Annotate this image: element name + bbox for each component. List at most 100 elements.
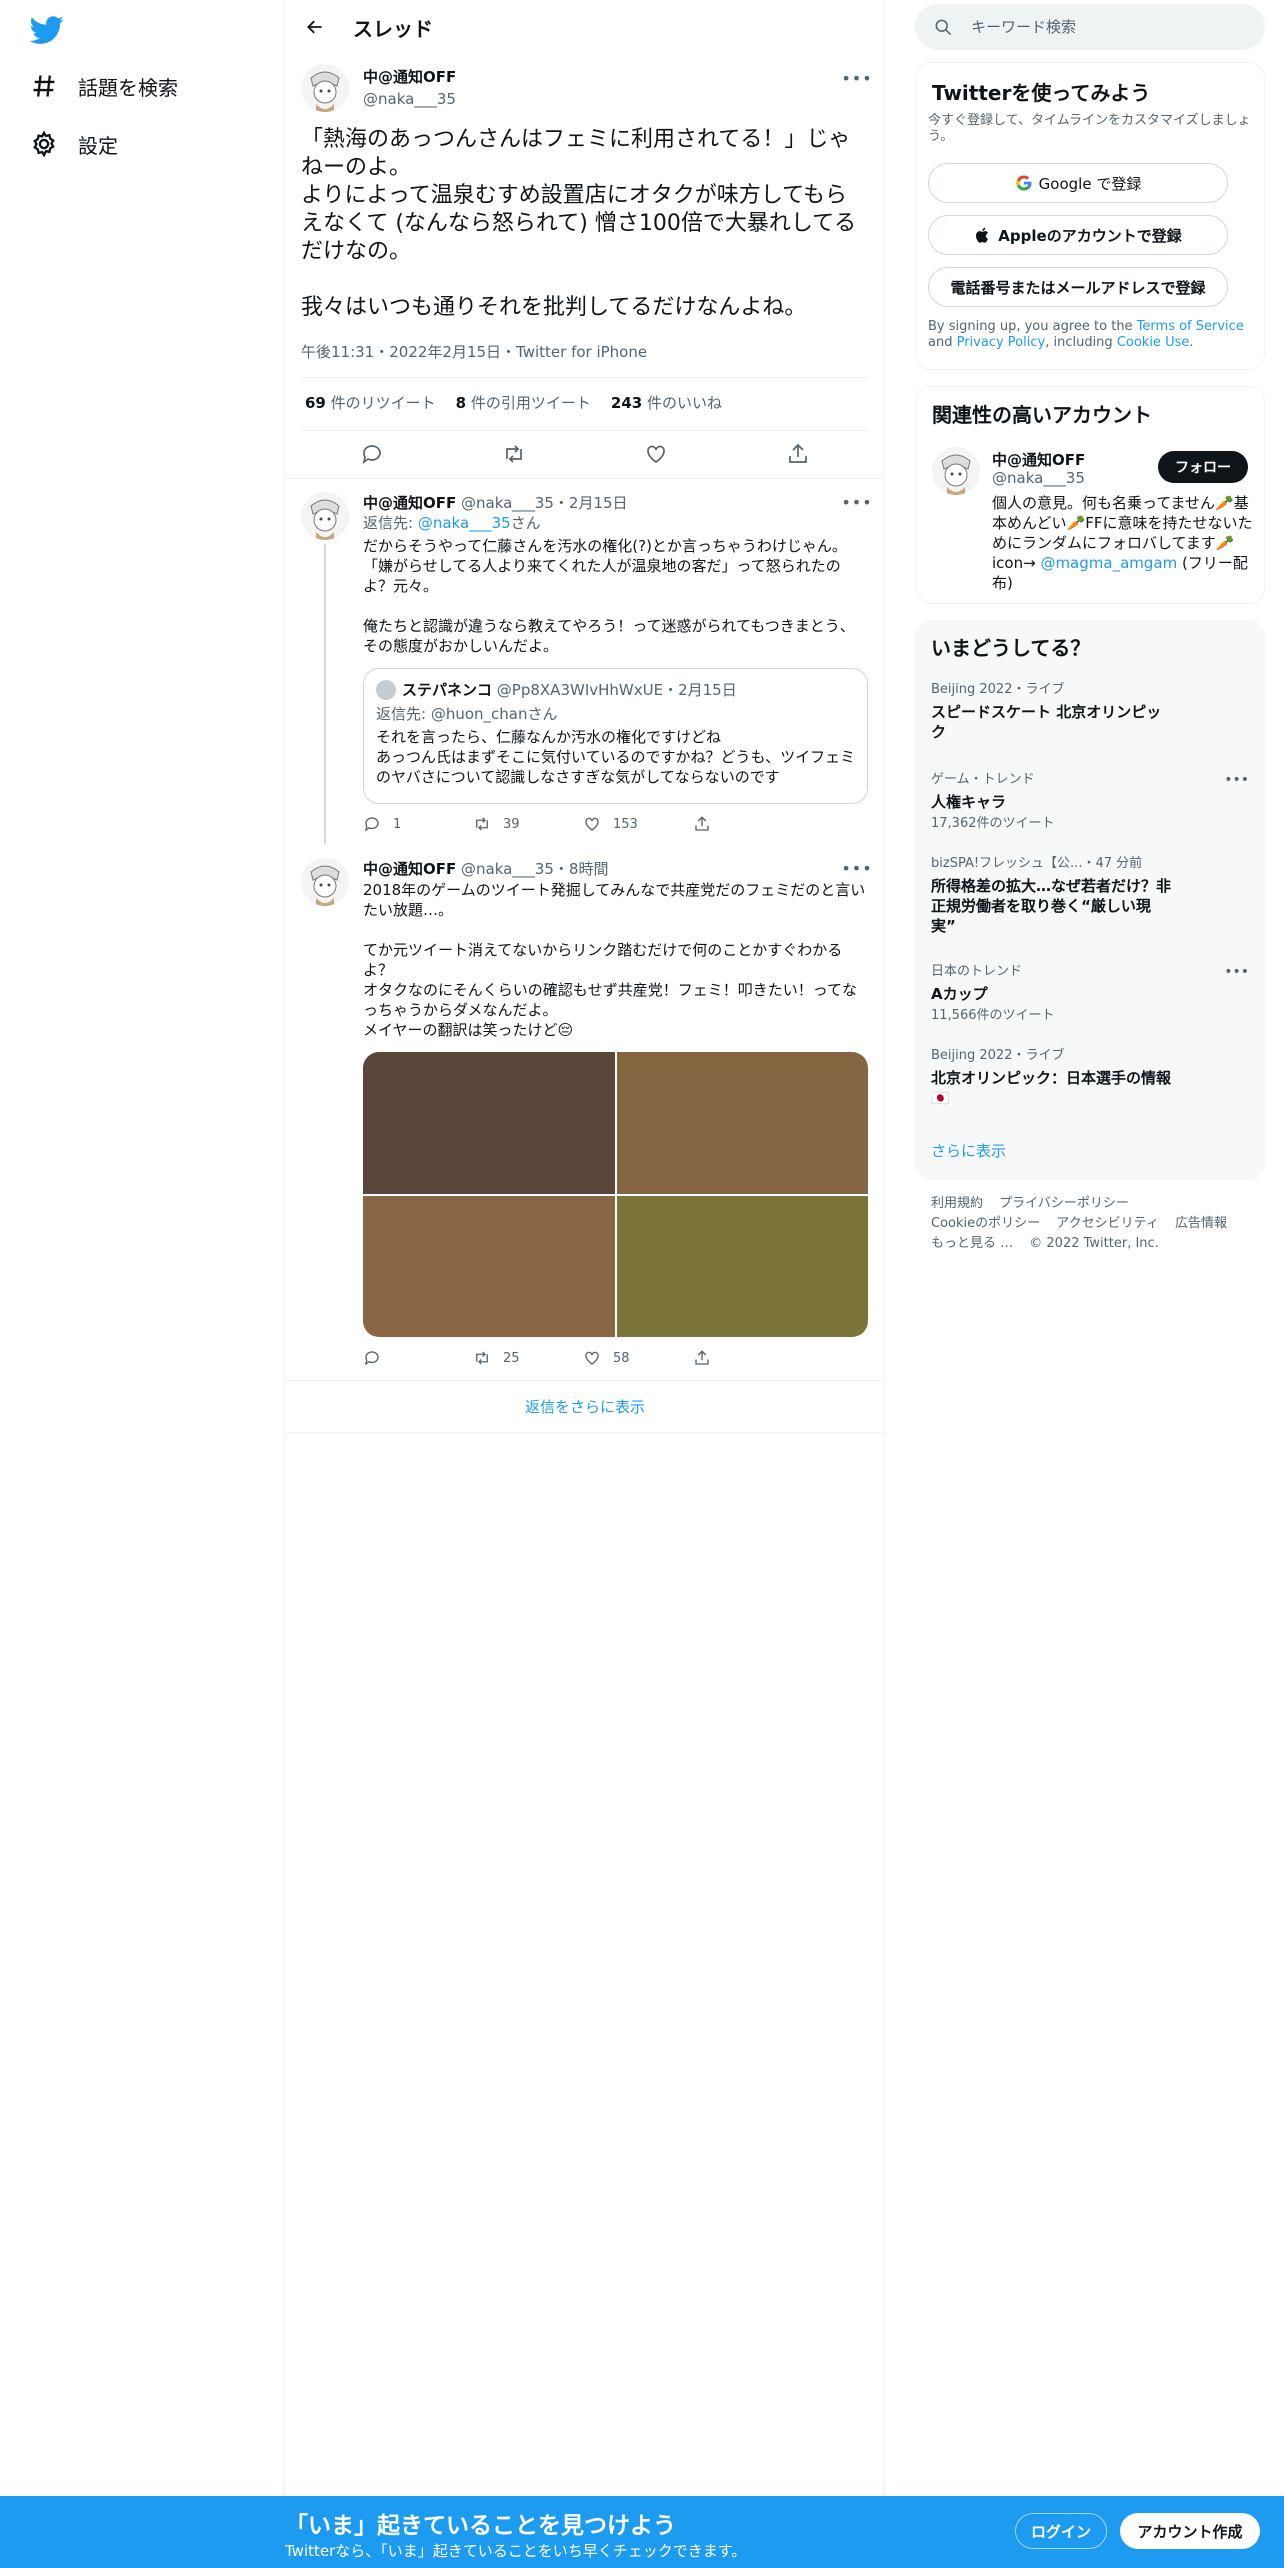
- trend-item[interactable]: Beijing 2022・ライブ スピードスケート 北京オリンピック: [931, 682, 1249, 742]
- quote-tweet[interactable]: ステパネンコ @Pp8XA3WIvHhWxUE・2月15日 返信先: @huon…: [363, 668, 868, 804]
- search-input[interactable]: [971, 18, 1251, 36]
- show-more-trends-link[interactable]: さらに表示: [931, 1140, 1006, 1161]
- media-image-4[interactable]: [616, 1195, 868, 1337]
- show-more-replies-link[interactable]: 返信をさらに表示: [285, 1380, 885, 1432]
- media-image-1[interactable]: [363, 1052, 615, 1194]
- phone-email-signup-button[interactable]: 電話番号またはメールアドレスで登録: [928, 267, 1228, 307]
- google-icon: [1015, 175, 1032, 191]
- twitter-bird-icon[interactable]: [29, 13, 70, 47]
- reply-button[interactable]: [363, 1349, 473, 1367]
- like-button[interactable]: 58: [583, 1349, 693, 1367]
- signup-legal: By signing up, you agree to the Terms of…: [928, 319, 1244, 350]
- footer-link[interactable]: 広告情報: [1175, 1216, 1227, 1231]
- quote-meta: @Pp8XA3WIvHhWxUE・2月15日: [496, 681, 737, 699]
- share-icon[interactable]: [786, 442, 810, 466]
- avatar[interactable]: [301, 492, 349, 540]
- back-button[interactable]: [297, 9, 333, 45]
- reply-icon: [364, 1351, 379, 1366]
- hashtag-icon: [33, 75, 55, 97]
- tweet-timestamp[interactable]: 午後11:31・2022年2月15日・Twitter for iPhone: [301, 341, 647, 362]
- like-count[interactable]: 243 件のいいね: [611, 392, 722, 413]
- divider: [285, 1432, 885, 1433]
- reply-text: 2018年のゲームのツイート発掘してみんなで共産党だのフェミだのと言いたい放題……: [363, 881, 866, 1039]
- signup-description: 今すぐ登録して、タイムラインをカスタマイズしましょう。: [928, 113, 1251, 144]
- avatar[interactable]: [301, 858, 349, 906]
- quote-reply-to: 返信先: @huon_chanさん: [376, 705, 558, 723]
- nav-settings-label: 設定: [78, 133, 118, 158]
- reply-tweet[interactable]: 中@通知OFF @naka___35・2月15日 ••• 返信先: @naka_…: [285, 492, 885, 844]
- arrow-left-icon: [307, 20, 322, 34]
- cookie-link[interactable]: Cookie Use: [1117, 335, 1190, 350]
- more-options-icon[interactable]: •••: [1224, 772, 1249, 788]
- gear-icon: [33, 130, 55, 158]
- apple-signup-button[interactable]: Appleのアカウントで登録: [928, 215, 1228, 255]
- reply-icon: [364, 817, 379, 832]
- reply-icon[interactable]: [360, 442, 384, 466]
- login-button[interactable]: ログイン: [1015, 2513, 1107, 2549]
- trend-item[interactable]: 日本のトレンド Aカップ 11,566件のツイート •••: [931, 964, 1249, 1024]
- reply-meta[interactable]: @naka___35・2月15日: [461, 494, 628, 512]
- create-account-button[interactable]: アカウント作成: [1120, 2513, 1260, 2549]
- google-signup-button[interactable]: Google で登録: [928, 163, 1228, 203]
- retweet-button[interactable]: 25: [473, 1349, 583, 1367]
- trend-item[interactable]: ゲーム・トレンド 人権キャラ 17,362件のツイート •••: [931, 772, 1249, 832]
- more-options-icon[interactable]: •••: [841, 856, 871, 880]
- related-account-bio: 個人の意見。何も名乗ってません🥕基本めんどい🥕FFに意味を持たせないためにランダ…: [992, 494, 1253, 592]
- author-name[interactable]: 中@通知OFF: [363, 66, 456, 87]
- avatar[interactable]: [301, 64, 349, 112]
- share-button[interactable]: [693, 815, 803, 833]
- related-account-name[interactable]: 中@通知OFF: [992, 449, 1085, 470]
- reply-actions: 1 39 153: [363, 814, 803, 834]
- reply-text: だからそうやって仁藤さんを汚水の権化(?)とか言っちゃうわけじゃん。「嫌がらせし…: [363, 537, 855, 655]
- media-image-2[interactable]: [616, 1052, 868, 1194]
- footer-link[interactable]: プライバシーポリシー: [999, 1196, 1129, 1211]
- nav-explore[interactable]: 話題を検索: [30, 66, 178, 106]
- quote-count[interactable]: 8 件の引用ツイート: [456, 392, 591, 413]
- author-handle[interactable]: @naka___35: [363, 90, 456, 108]
- retweet-button[interactable]: 39: [473, 815, 583, 833]
- footer-link[interactable]: Cookieのポリシー: [931, 1216, 1040, 1231]
- like-heart-icon: [585, 817, 599, 831]
- search-icon: [935, 19, 952, 36]
- like-button[interactable]: 153: [583, 815, 693, 833]
- avatar[interactable]: [932, 447, 980, 495]
- related-account-handle[interactable]: @naka___35: [992, 469, 1085, 487]
- footer-link[interactable]: 利用規約: [931, 1196, 983, 1211]
- trend-item[interactable]: bizSPA!フレッシュ【公...・47 分前 所得格差の拡大…なぜ若者だけ？非…: [931, 856, 1249, 936]
- reply-actions: 25 58: [363, 1348, 803, 1368]
- like-heart-icon[interactable]: [644, 442, 668, 466]
- media-image-3[interactable]: [363, 1195, 615, 1337]
- reply-to-link[interactable]: @naka___35: [418, 514, 511, 532]
- bottom-bar-subtitle: Twitterなら、「いま」起きていることをいち早くチェックできます。: [285, 2542, 747, 2560]
- more-options-icon[interactable]: •••: [841, 66, 871, 90]
- main-column: スレッド 中@通知OFF @naka___35 ••• 「熱海のあっつんさんはフ…: [285, 0, 885, 2568]
- reply-tweet[interactable]: 中@通知OFF @naka___35・8時間 ••• 2018年のゲームのツイー…: [285, 858, 885, 1368]
- reply-meta[interactable]: @naka___35・8時間: [461, 860, 608, 878]
- media-grid[interactable]: [363, 1052, 868, 1337]
- more-options-icon[interactable]: •••: [1224, 964, 1249, 980]
- trends-title: いまどうしてる？: [931, 636, 1091, 660]
- tweet-stats: 69 件のリツイート 8 件の引用ツイート 243 件のいいね: [305, 392, 722, 413]
- share-icon: [695, 816, 709, 831]
- footer-more-link[interactable]: もっと見る …: [931, 1236, 1013, 1251]
- quote-avatar: [376, 679, 396, 700]
- footer-link[interactable]: アクセシビリティ: [1056, 1216, 1159, 1231]
- author-name[interactable]: 中@通知OFF: [363, 494, 456, 512]
- trend-item[interactable]: Beijing 2022・ライブ 北京オリンピック：日本選手の情報 🇯🇵: [931, 1048, 1249, 1108]
- share-button[interactable]: [693, 1349, 803, 1367]
- search-bar[interactable]: [915, 4, 1265, 50]
- bio-link[interactable]: @magma_amgam: [1040, 554, 1177, 572]
- related-accounts-panel: 関連性の高いアカウント 中@通知OFF @naka___35 フォロー 個人の意…: [915, 386, 1265, 604]
- nav-settings[interactable]: 設定: [30, 124, 118, 164]
- author-name[interactable]: 中@通知OFF: [363, 860, 456, 878]
- retweet-count[interactable]: 69 件のリツイート: [305, 392, 436, 413]
- privacy-link[interactable]: Privacy Policy: [957, 335, 1046, 350]
- follow-button[interactable]: フォロー: [1158, 451, 1248, 483]
- retweet-icon: [476, 1351, 488, 1365]
- reply-button[interactable]: 1: [363, 815, 473, 833]
- trends-panel: いまどうしてる？ Beijing 2022・ライブ スピードスケート 北京オリン…: [915, 620, 1265, 1180]
- retweet-icon[interactable]: [502, 442, 526, 466]
- more-options-icon[interactable]: •••: [841, 490, 871, 514]
- terms-link[interactable]: Terms of Service: [1137, 319, 1244, 334]
- reply-to: 返信先: @naka___35さん: [363, 514, 541, 532]
